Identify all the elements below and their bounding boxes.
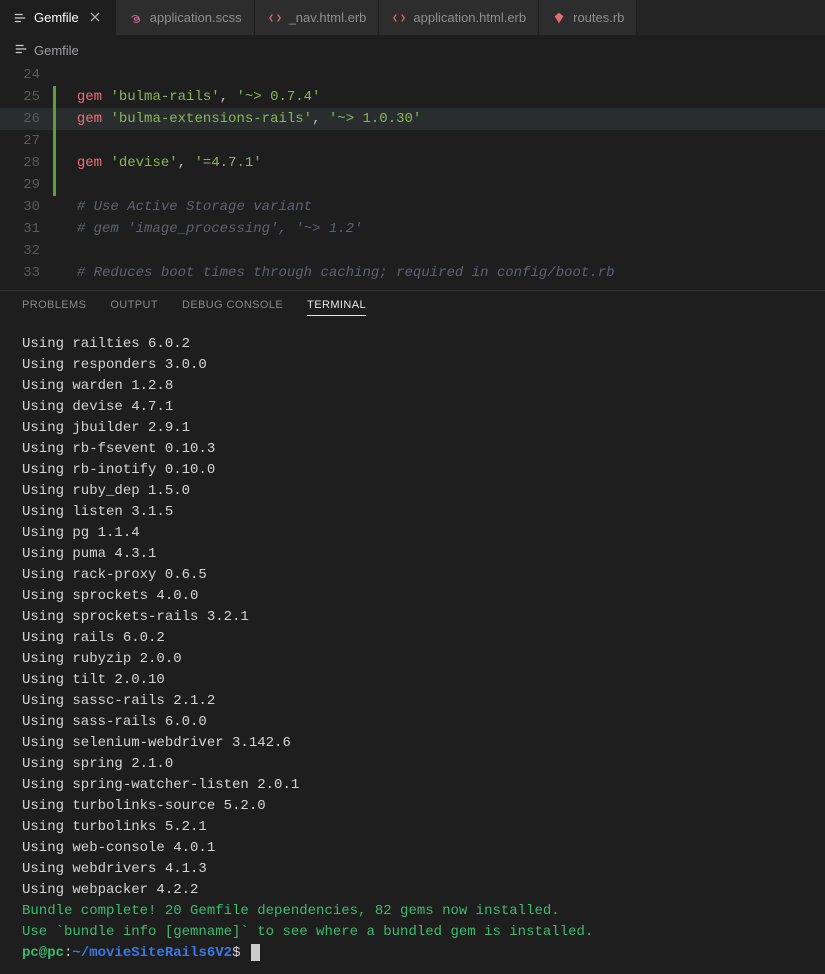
panel-tab-problems[interactable]: PROBLEMS	[22, 299, 86, 316]
tab-label: application.scss	[150, 10, 242, 25]
terminal-output-line: Using responders 3.0.0	[22, 355, 803, 376]
terminal-output-line: Using rubyzip 2.0.0	[22, 649, 803, 670]
terminal-output-line: Using sprockets 4.0.0	[22, 586, 803, 607]
tab-routes-rb[interactable]: routes.rb	[539, 0, 637, 35]
tab-label: routes.rb	[573, 10, 624, 25]
terminal-output-line: Using spring-watcher-listen 2.0.1	[22, 775, 803, 796]
close-icon[interactable]	[89, 11, 103, 25]
terminal-cursor	[251, 944, 260, 961]
terminal-output-line: Using sassc-rails 2.1.2	[22, 691, 803, 712]
terminal-prompt: pc@pc:~/movieSiteRails6V2$	[22, 943, 803, 964]
line-number: 33	[0, 262, 60, 284]
line-number: 24	[0, 64, 60, 86]
breadcrumb: Gemfile	[0, 36, 825, 64]
code-icon	[267, 10, 283, 26]
terminal-output-line: Using jbuilder 2.9.1	[22, 418, 803, 439]
terminal-output-line: Using turbolinks-source 5.2.0	[22, 796, 803, 817]
terminal-output-line: Using rb-inotify 0.10.0	[22, 460, 803, 481]
tab-label: application.html.erb	[413, 10, 526, 25]
terminal-output-success: Use `bundle info [gemname]` to see where…	[22, 922, 803, 943]
terminal-output-line: Using sprockets-rails 3.2.1	[22, 607, 803, 628]
terminal-output-line: Using rb-fsevent 0.10.3	[22, 439, 803, 460]
tab-gemfile[interactable]: Gemfile	[0, 0, 116, 35]
code-icon	[391, 10, 407, 26]
terminal-output-line: Using pg 1.1.4	[22, 523, 803, 544]
sass-icon	[128, 10, 144, 26]
terminal-output-line: Using railties 6.0.2	[22, 334, 803, 355]
terminal-output-line: Using turbolinks 5.2.1	[22, 817, 803, 838]
line-number: 29	[0, 174, 60, 196]
terminal-output-line: Using warden 1.2.8	[22, 376, 803, 397]
terminal-output-line: Using selenium-webdriver 3.142.6	[22, 733, 803, 754]
tab-nav-erb[interactable]: _nav.html.erb	[255, 0, 380, 35]
tab-application-erb[interactable]: application.html.erb	[379, 0, 539, 35]
terminal-output-line: Using webdrivers 4.1.3	[22, 859, 803, 880]
tab-application-scss[interactable]: application.scss	[116, 0, 255, 35]
file-icon	[14, 42, 28, 59]
line-number: 27	[0, 130, 60, 152]
terminal-output-success: Bundle complete! 20 Gemfile dependencies…	[22, 901, 803, 922]
line-number: 28	[0, 152, 60, 174]
terminal-output-line: Using listen 3.1.5	[22, 502, 803, 523]
terminal-output-line: Using rails 6.0.2	[22, 628, 803, 649]
line-number: 30	[0, 196, 60, 218]
tab-label: Gemfile	[34, 10, 79, 25]
terminal-output-line: Using ruby_dep 1.5.0	[22, 481, 803, 502]
panel-tabs: PROBLEMS OUTPUT DEBUG CONSOLE TERMINAL	[0, 290, 825, 324]
terminal-output-line: Using puma 4.3.1	[22, 544, 803, 565]
line-number: 25	[0, 86, 60, 108]
line-number: 26	[0, 108, 60, 130]
ruby-icon	[551, 10, 567, 26]
terminal[interactable]: Using railties 6.0.2Using responders 3.0…	[0, 324, 825, 974]
breadcrumb-label[interactable]: Gemfile	[34, 43, 79, 58]
code-editor[interactable]: 24 25 gem 'bulma-rails', '~> 0.7.4' 26 g…	[0, 64, 825, 290]
line-number: 32	[0, 240, 60, 262]
tab-label: _nav.html.erb	[289, 10, 367, 25]
panel-tab-output[interactable]: OUTPUT	[110, 299, 158, 316]
terminal-output-line: Using webpacker 4.2.2	[22, 880, 803, 901]
terminal-output-line: Using devise 4.7.1	[22, 397, 803, 418]
terminal-output-line: Using spring 2.1.0	[22, 754, 803, 775]
terminal-output-line: Using rack-proxy 0.6.5	[22, 565, 803, 586]
file-icon	[12, 10, 28, 26]
terminal-output-line: Using web-console 4.0.1	[22, 838, 803, 859]
panel-tab-terminal[interactable]: TERMINAL	[307, 299, 366, 316]
line-number: 31	[0, 218, 60, 240]
editor-tabs-bar: Gemfile application.scss _nav.html.erb a…	[0, 0, 825, 36]
terminal-output-line: Using sass-rails 6.0.0	[22, 712, 803, 733]
panel-tab-debug-console[interactable]: DEBUG CONSOLE	[182, 299, 283, 316]
terminal-output-line: Using tilt 2.0.10	[22, 670, 803, 691]
